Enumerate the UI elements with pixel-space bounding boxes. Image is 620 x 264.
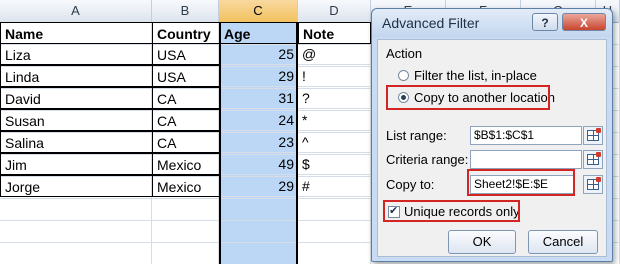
radio-copy-to-location-label: Copy to another location (414, 90, 555, 105)
cell-age[interactable]: 31 (219, 87, 298, 109)
copy-to-label: Copy to: (386, 177, 435, 192)
cancel-button[interactable]: Cancel (528, 230, 598, 254)
column-header-c[interactable]: C (219, 0, 298, 22)
cell-note[interactable]: # (298, 175, 371, 197)
radio-copy-to-location[interactable]: Copy to another location (398, 89, 578, 107)
cell-name[interactable]: Linda (0, 65, 153, 87)
cell-note[interactable]: ^ (298, 131, 371, 153)
criteria-range-input[interactable] (470, 150, 582, 169)
cell-country[interactable]: Mexico (152, 175, 220, 197)
ok-button[interactable]: OK (448, 230, 516, 254)
criteria-range-picker-icon[interactable] (583, 150, 603, 169)
cell-note[interactable]: ? (298, 87, 371, 109)
radio-filter-in-place[interactable]: Filter the list, in-place (398, 67, 598, 85)
cell-name[interactable]: Susan (0, 109, 153, 131)
header-cell-country[interactable]: Country (152, 22, 220, 44)
cell-country[interactable]: USA (152, 43, 220, 65)
cell-age[interactable]: 23 (219, 131, 298, 153)
column-header-b[interactable]: B (152, 0, 219, 22)
cell-name[interactable]: Jorge (0, 175, 153, 197)
list-range-input[interactable]: $B$1:$C$1 (470, 126, 582, 145)
radio-copy-to-location-button[interactable] (398, 92, 409, 103)
dialog-title: Advanced Filter (382, 15, 480, 31)
action-group-label: Action (386, 46, 423, 61)
advanced-filter-dialog: Advanced Filter ? X Action Filter the li… (371, 8, 613, 262)
column-header-a[interactable]: A (0, 0, 152, 22)
cell-age[interactable]: 49 (219, 153, 298, 175)
dialog-body: Action Filter the list, in-place Copy to… (377, 39, 607, 257)
help-button[interactable]: ? (532, 13, 558, 31)
cell-note[interactable]: * (298, 109, 371, 131)
cell-age[interactable]: 25 (219, 43, 298, 65)
cell-name[interactable]: Salina (0, 131, 153, 153)
criteria-range-label: Criteria range: (386, 152, 469, 167)
cell-country[interactable]: USA (152, 65, 220, 87)
cell-note[interactable]: ! (298, 65, 371, 87)
list-range-label: List range: (386, 128, 447, 143)
header-cell-age[interactable]: Age (219, 22, 299, 44)
list-range-picker-icon[interactable] (583, 126, 603, 145)
dialog-titlebar[interactable]: Advanced Filter ? X (372, 9, 612, 37)
radio-filter-in-place-button[interactable] (398, 70, 409, 81)
cell-age[interactable]: 24 (219, 109, 298, 131)
cell-country[interactable]: CA (152, 87, 220, 109)
copy-to-input[interactable]: Sheet2!$E:$E (470, 175, 574, 194)
cell-country[interactable]: CA (152, 109, 220, 131)
cell-name[interactable]: Jim (0, 153, 153, 175)
header-cell-name[interactable]: Name (0, 22, 153, 44)
copy-to-picker-icon[interactable] (583, 175, 603, 194)
cell-note[interactable]: $ (298, 153, 371, 175)
cell-note[interactable]: @ (298, 43, 371, 65)
cell-country[interactable]: CA (152, 131, 220, 153)
cell-name[interactable]: Liza (0, 43, 153, 65)
unique-records-checkbox[interactable] (388, 204, 400, 218)
cell-name[interactable]: David (0, 87, 153, 109)
cell-country[interactable]: Mexico (152, 153, 220, 175)
unique-records-label[interactable]: Unique records only (404, 204, 520, 219)
radio-filter-in-place-label: Filter the list, in-place (414, 68, 537, 83)
cell-age[interactable]: 29 (219, 65, 298, 87)
close-button[interactable]: X (562, 13, 606, 31)
cell-age[interactable]: 29 (219, 175, 298, 197)
column-header-d[interactable]: D (298, 0, 371, 22)
header-cell-note[interactable]: Note (298, 22, 371, 44)
